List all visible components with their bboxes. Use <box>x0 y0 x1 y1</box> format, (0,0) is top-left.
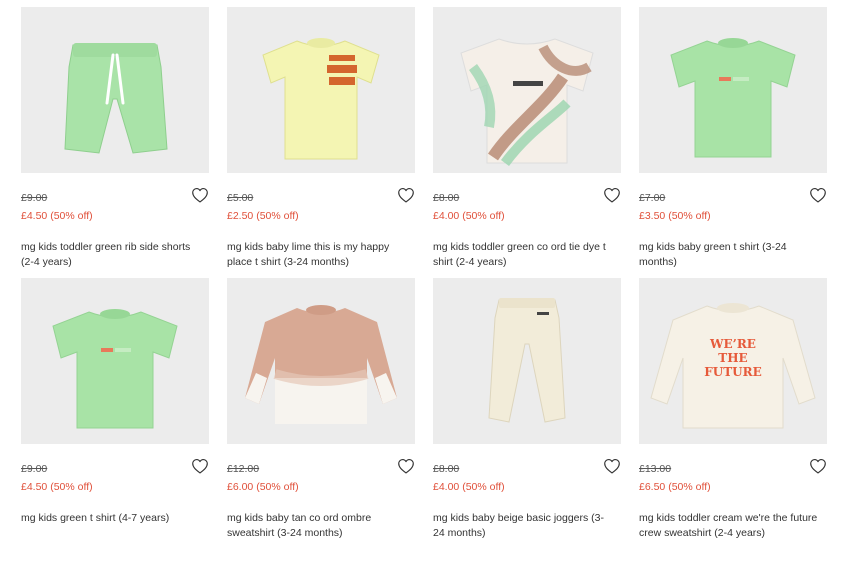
product-image[interactable] <box>639 7 827 173</box>
sale-price: £3.50 (50% off) <box>639 210 711 222</box>
heart-outline-icon[interactable] <box>397 458 415 474</box>
product-title[interactable]: mg kids baby beige basic joggers (3-24 m… <box>433 511 615 541</box>
product-image[interactable] <box>21 7 209 173</box>
product-image[interactable] <box>433 278 621 444</box>
product-image[interactable] <box>227 278 415 444</box>
heart-outline-icon[interactable] <box>603 187 621 203</box>
sale-price: £4.00 (50% off) <box>433 481 505 493</box>
product-title[interactable]: mg kids green t shirt (4-7 years) <box>21 511 203 526</box>
original-price: £9.00 <box>21 192 48 204</box>
sale-price: £4.00 (50% off) <box>433 210 505 222</box>
original-price: £9.00 <box>21 463 48 475</box>
original-price: £5.00 <box>227 192 254 204</box>
product-title[interactable]: mg kids toddler green rib side shorts (2… <box>21 240 203 270</box>
heart-outline-icon[interactable] <box>809 458 827 474</box>
heart-outline-icon[interactable] <box>397 187 415 203</box>
svg-text:THE: THE <box>718 351 747 365</box>
product-title[interactable]: mg kids baby green t shirt (3-24 months) <box>639 240 821 270</box>
sale-price: £4.50 (50% off) <box>21 210 93 222</box>
original-price: £8.00 <box>433 192 460 204</box>
product-title[interactable]: mg kids baby tan co ord ombre sweatshirt… <box>227 511 409 541</box>
original-price: £12.00 <box>227 463 260 475</box>
heart-outline-icon[interactable] <box>191 458 209 474</box>
original-price: £13.00 <box>639 463 672 475</box>
product-title[interactable]: mg kids toddler cream we're the future c… <box>639 511 821 541</box>
product-image[interactable]: WE’RE THE FUTURE <box>639 278 827 444</box>
heart-outline-icon[interactable] <box>603 458 621 474</box>
product-image[interactable] <box>433 7 621 173</box>
product-image[interactable] <box>21 278 209 444</box>
product-title[interactable]: mg kids baby lime this is my happy place… <box>227 240 409 270</box>
original-price: £7.00 <box>639 192 666 204</box>
sale-price: £6.50 (50% off) <box>639 481 711 493</box>
product-image[interactable] <box>227 7 415 173</box>
heart-outline-icon[interactable] <box>191 187 209 203</box>
original-price: £8.00 <box>433 463 460 475</box>
svg-text:FUTURE: FUTURE <box>704 365 762 379</box>
sale-price: £2.50 (50% off) <box>227 210 299 222</box>
heart-outline-icon[interactable] <box>809 187 827 203</box>
svg-text:WE’RE: WE’RE <box>709 337 756 351</box>
sale-price: £6.00 (50% off) <box>227 481 299 493</box>
product-title[interactable]: mg kids toddler green co ord tie dye t s… <box>433 240 615 270</box>
sale-price: £4.50 (50% off) <box>21 481 93 493</box>
